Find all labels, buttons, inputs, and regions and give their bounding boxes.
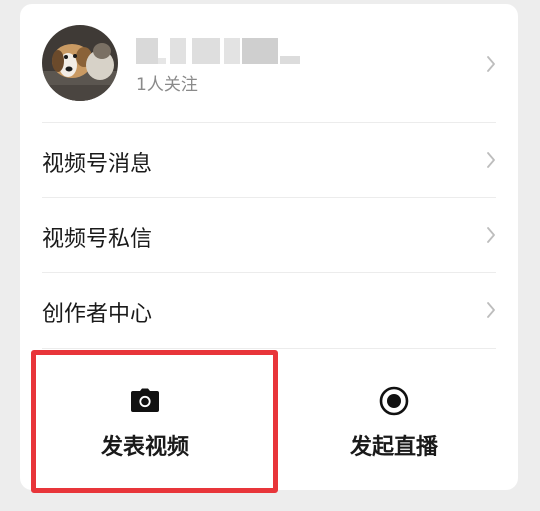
chevron-right-icon (487, 227, 495, 243)
post-video-label: 发表视频 (100, 435, 189, 460)
start-live-button[interactable]: 发起直播 (270, 352, 518, 490)
blurred-username (136, 38, 302, 64)
chevron-right-icon (487, 302, 495, 318)
chevron-right-icon (487, 56, 495, 72)
start-live-label: 发起直播 (349, 435, 438, 460)
channels-card: 1人关注 视频号消息 视频号私信 创作者中心 发表视频 发起直播 (20, 4, 518, 490)
profile-header[interactable]: 1人关注 (20, 4, 518, 122)
chevron-right-icon (487, 152, 495, 168)
menu-item-label: 视频号消息 (42, 152, 153, 177)
menu-item-channels-messages[interactable]: 视频号消息 (20, 122, 518, 197)
camera-icon (131, 388, 159, 412)
menu-item-channels-private-messages[interactable]: 视频号私信 (20, 197, 518, 272)
followers-count: 1人关注 (136, 75, 198, 95)
avatar[interactable] (42, 25, 118, 101)
divider (42, 348, 496, 349)
menu-item-label: 创作者中心 (42, 302, 153, 327)
live-record-icon (379, 386, 409, 416)
menu-item-creator-center[interactable]: 创作者中心 (20, 272, 518, 347)
post-video-button[interactable]: 发表视频 (20, 352, 270, 490)
menu-item-label: 视频号私信 (42, 227, 153, 252)
